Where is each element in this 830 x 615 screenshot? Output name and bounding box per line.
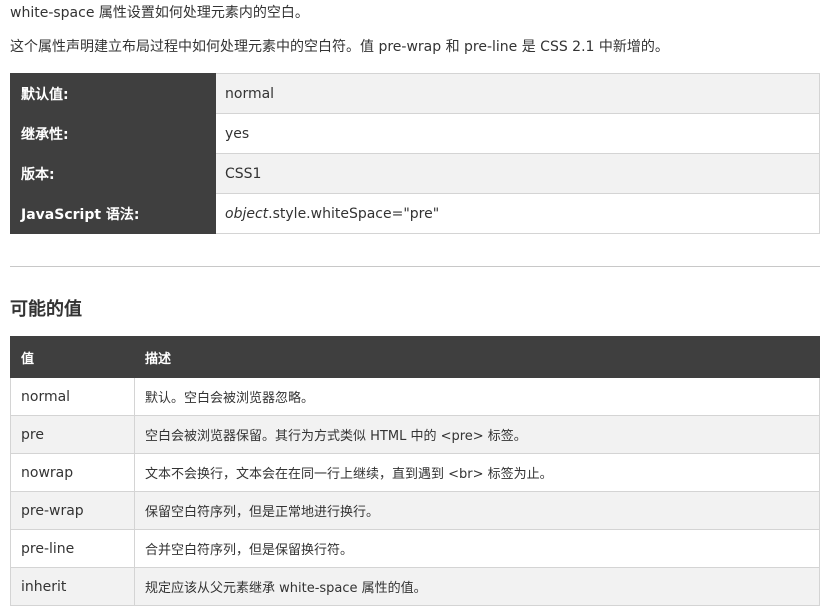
table-row: pre-line 合并空白符序列，但是保留换行符。 (10, 529, 820, 568)
table-row: 默认值: normal (10, 73, 820, 114)
value-cell: nowrap (10, 453, 135, 492)
description-cell: 文本不会换行，文本会在在同一行上继续，直到遇到 <br> 标签为止。 (134, 453, 820, 492)
value-cell: normal (10, 377, 135, 416)
table-row: normal 默认。空白会被浏览器忽略。 (10, 377, 820, 416)
value-cell: pre (10, 415, 135, 454)
table-header-row: 值 描述 (10, 336, 820, 378)
value-cell: inherit (10, 567, 135, 606)
property-key: 版本: (10, 153, 216, 194)
property-key: 默认值: (10, 73, 216, 114)
table-row: pre-wrap 保留空白符序列，但是正常地进行换行。 (10, 491, 820, 530)
description-cell: 合并空白符序列，但是保留换行符。 (134, 529, 820, 568)
property-table: 默认值: normal 继承性: yes 版本: CSS1 JavaScript… (10, 73, 820, 234)
intro-line-1: white-space 属性设置如何处理元素内的空白。 (10, 5, 309, 21)
value-cell: pre-line (10, 529, 135, 568)
js-object-placeholder: object (225, 205, 269, 222)
intro-line-2: 这个属性声明建立布局过程中如何处理元素中的空白符。值 pre-wrap 和 pr… (10, 39, 669, 55)
table-row: 版本: CSS1 (10, 153, 820, 194)
table-row: JavaScript 语法: object.style.whiteSpace="… (10, 193, 820, 234)
value-cell: pre-wrap (10, 491, 135, 530)
property-value: CSS1 (215, 153, 820, 194)
table-row: inherit 规定应该从父元素继承 white-space 属性的值。 (10, 567, 820, 606)
property-key: 继承性: (10, 113, 216, 154)
values-table: 值 描述 normal 默认。空白会被浏览器忽略。 pre 空白会被浏览器保留。… (10, 336, 820, 606)
column-header-description: 描述 (134, 336, 820, 378)
property-key: JavaScript 语法: (10, 193, 216, 234)
js-syntax-text: .style.whiteSpace="pre" (268, 205, 440, 222)
description-cell: 默认。空白会被浏览器忽略。 (134, 377, 820, 416)
table-row: nowrap 文本不会换行，文本会在在同一行上继续，直到遇到 <br> 标签为止… (10, 453, 820, 492)
section-title: 可能的值 (10, 299, 82, 320)
property-value: yes (215, 113, 820, 154)
description-cell: 规定应该从父元素继承 white-space 属性的值。 (134, 567, 820, 606)
description-cell: 空白会被浏览器保留。其行为方式类似 HTML 中的 <pre> 标签。 (134, 415, 820, 454)
section-divider (10, 266, 820, 267)
description-cell: 保留空白符序列，但是正常地进行换行。 (134, 491, 820, 530)
property-value: object.style.whiteSpace="pre" (215, 193, 820, 234)
table-row: 继承性: yes (10, 113, 820, 154)
column-header-value: 值 (10, 336, 135, 378)
table-row: pre 空白会被浏览器保留。其行为方式类似 HTML 中的 <pre> 标签。 (10, 415, 820, 454)
property-value: normal (215, 73, 820, 114)
